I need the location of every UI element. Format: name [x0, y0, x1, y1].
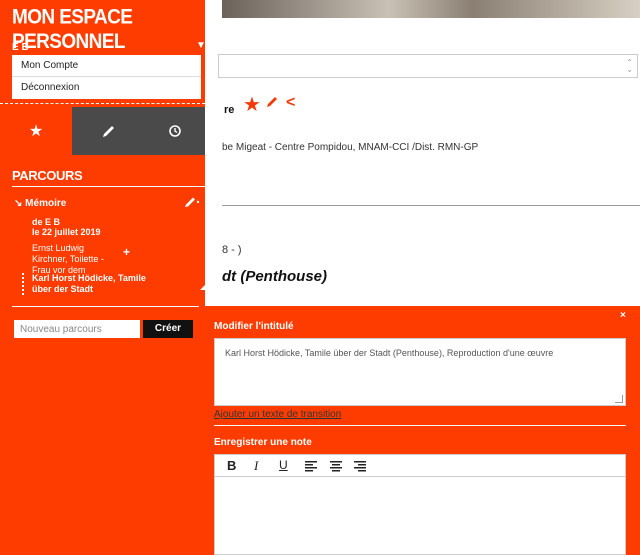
drag-handle-icon[interactable]: [22, 273, 26, 295]
title-textarea[interactable]: Karl Horst Hödicke, Tamile über der Stad…: [214, 338, 626, 406]
pencil-icon: [102, 126, 114, 137]
editor-toolbar: B I U: [215, 455, 625, 477]
panel-tabs: ★: [0, 107, 205, 155]
align-left-icon[interactable]: [305, 461, 317, 472]
chevron-down-icon[interactable]: ▼: [196, 40, 206, 51]
edit-step-popup: × Modifier l'intitulé Karl Horst Hödicke…: [199, 306, 640, 555]
divider: [0, 103, 205, 104]
panel-title: MON ESPACE PERSONNEL: [12, 6, 133, 54]
tab-history[interactable]: [145, 107, 205, 155]
chevron-icon: ↘: [14, 198, 26, 209]
photo-credit: be Migeat - Centre Pompidou, MNAM-CCI /D…: [222, 142, 479, 153]
page: ⌃ ⌄ re ★ < be Migeat - Centre Pompidou, M…: [0, 0, 640, 555]
underline-button[interactable]: U: [279, 458, 288, 472]
background-search-bar[interactable]: ⌃ ⌄: [218, 54, 638, 78]
journey-toggle[interactable]: ↘ Mémoire: [14, 198, 66, 209]
personal-space-panel: MON ESPACE PERSONNEL E B ▼ Mon Compte Dé…: [0, 0, 206, 555]
step-label: Karl Horst Hödicke, Tamile über der Stad…: [32, 273, 146, 294]
divider: [12, 186, 205, 187]
journey-name: Mémoire: [25, 198, 67, 209]
scroll-arrows-icon[interactable]: ⌃ ⌄: [626, 59, 633, 74]
artwork-title: dt (Penthouse): [222, 268, 327, 285]
expand-icon[interactable]: ◢: [200, 282, 206, 291]
align-center-icon[interactable]: [330, 461, 342, 472]
journey-step-active[interactable]: Karl Horst Hödicke, Tamile über der Stad…: [32, 273, 152, 295]
resize-handle-icon[interactable]: [615, 395, 623, 403]
journey-meta: de E B le 22 juillet 2019: [32, 217, 101, 237]
bold-button[interactable]: B: [227, 458, 236, 473]
account-menu: Mon Compte Déconnexion: [12, 55, 201, 99]
section-title-journeys: PARCOURS: [12, 168, 83, 183]
italic-button[interactable]: I: [254, 458, 258, 474]
history-icon: [169, 125, 181, 137]
title-value: Karl Horst Hödicke, Tamile über der Stad…: [225, 348, 554, 358]
favorite-star-icon[interactable]: ★: [243, 92, 261, 117]
add-step-icon[interactable]: +: [123, 245, 130, 259]
divider: [222, 205, 640, 206]
edit-pencil-icon[interactable]: [264, 95, 280, 109]
journey-author: de E B: [32, 217, 61, 227]
create-journey-button[interactable]: Créer: [143, 320, 193, 338]
user-initials[interactable]: E B: [12, 42, 29, 53]
artwork-date-fragment: 8 - ): [222, 244, 242, 256]
tab-notes[interactable]: [72, 107, 145, 155]
tab-favorites[interactable]: ★: [0, 107, 72, 155]
journey-step[interactable]: Ernst Ludwig Kirchner, Toilette - Frau v…: [32, 243, 122, 276]
artwork-title-fragment: re: [224, 104, 235, 116]
journey-date: le 22 juillet 2019: [32, 227, 101, 237]
artwork-banner-image: [222, 0, 640, 18]
menu-item-logout[interactable]: Déconnexion: [12, 77, 201, 99]
add-transition-link[interactable]: Ajouter un texte de transition: [214, 409, 341, 420]
align-right-icon[interactable]: [354, 461, 366, 472]
star-icon: ★: [28, 123, 44, 140]
share-icon[interactable]: <: [286, 94, 295, 112]
journey-edit-icon[interactable]: [184, 196, 200, 208]
note-label: Enregistrer une note: [214, 437, 312, 448]
close-icon[interactable]: ×: [620, 310, 626, 321]
divider: [12, 306, 205, 307]
divider: [214, 425, 626, 426]
new-journey-input[interactable]: [14, 320, 140, 338]
note-editor[interactable]: B I U: [214, 454, 626, 555]
step-label: Ernst Ludwig Kirchner, Toilette - Frau v…: [32, 243, 104, 275]
menu-item-my-account[interactable]: Mon Compte: [12, 55, 201, 77]
edit-title-label: Modifier l'intitulé: [214, 321, 294, 332]
